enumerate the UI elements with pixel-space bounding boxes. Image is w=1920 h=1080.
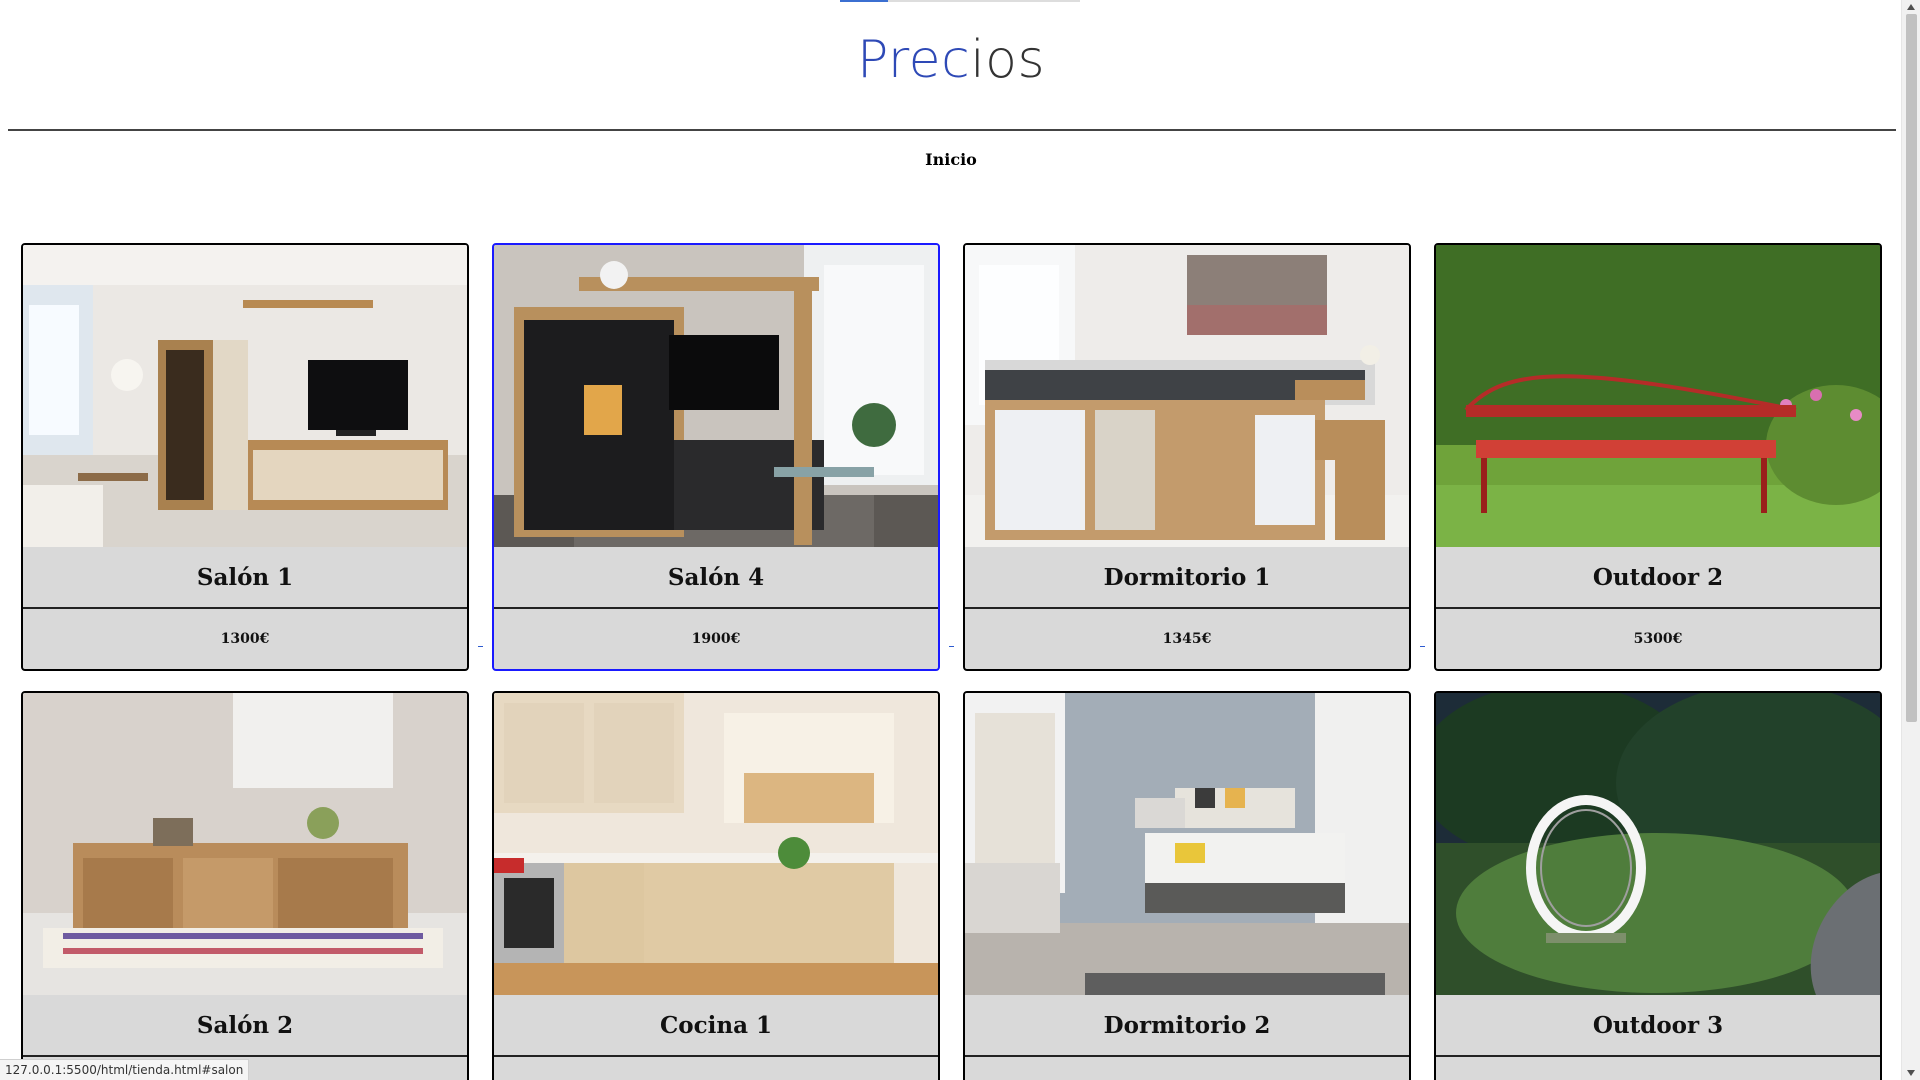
product-name[interactable]: Outdoor 3 <box>1436 995 1880 1055</box>
header-divider <box>8 129 1896 131</box>
product-price[interactable]: 1900€ <box>494 609 938 669</box>
top-nav-active-indicator <box>840 0 888 2</box>
product-card-dormitorio-1[interactable]: Dormitorio 1 1345€ <box>963 243 1411 671</box>
product-card-outdoor-2[interactable]: Outdoor 2 5300€ <box>1434 243 1882 671</box>
product-image[interactable] <box>494 245 938 547</box>
card-separator-mark <box>478 646 483 647</box>
page-title: Precios <box>0 30 1902 90</box>
product-card-salon-1[interactable]: Salón 1 1300€ <box>21 243 469 671</box>
product-name[interactable]: Cocina 1 <box>494 995 938 1055</box>
product-image[interactable] <box>494 693 938 995</box>
page-title-accent: Prec <box>856 30 971 90</box>
card-separator-mark <box>949 646 954 647</box>
product-name[interactable]: Outdoor 2 <box>1436 547 1880 607</box>
scrollbar-thumb[interactable] <box>1906 14 1917 722</box>
product-price[interactable] <box>494 1057 938 1080</box>
vertical-scrollbar[interactable] <box>1901 0 1920 1080</box>
product-image[interactable] <box>23 245 467 547</box>
product-card-dormitorio-2[interactable]: Dormitorio 2 <box>963 691 1411 1080</box>
product-price[interactable]: 5300€ <box>1436 609 1880 669</box>
scroll-up-arrow-icon[interactable] <box>1907 4 1915 10</box>
product-image[interactable] <box>965 693 1409 995</box>
product-image[interactable] <box>23 693 467 995</box>
product-card-outdoor-3[interactable]: Outdoor 3 <box>1434 691 1882 1080</box>
scroll-down-arrow-icon[interactable] <box>1907 1070 1915 1076</box>
product-price[interactable]: 1345€ <box>965 609 1409 669</box>
page-title-rest: ios <box>970 30 1046 90</box>
product-name[interactable]: Salón 2 <box>23 995 467 1055</box>
product-price[interactable] <box>965 1057 1409 1080</box>
product-grid: Salón 1 1300€ Salón 4 1900€ Dormitorio 1… <box>21 243 1883 1080</box>
product-card-cocina-1[interactable]: Cocina 1 <box>492 691 940 1080</box>
product-card-salon-4[interactable]: Salón 4 1900€ <box>492 243 940 671</box>
product-name[interactable]: Salón 1 <box>23 547 467 607</box>
product-name[interactable]: Dormitorio 2 <box>965 995 1409 1055</box>
nav-link-label[interactable]: Inicio <box>925 150 977 169</box>
product-price[interactable]: 1300€ <box>23 609 467 669</box>
link-preview-status: 127.0.0.1:5500/html/tienda.html#salon <box>0 1059 250 1080</box>
product-price[interactable] <box>1436 1057 1880 1080</box>
product-image[interactable] <box>1436 245 1880 547</box>
product-card-salon-2[interactable]: Salón 2 <box>21 691 469 1080</box>
product-name[interactable]: Salón 4 <box>494 547 938 607</box>
product-image[interactable] <box>1436 693 1880 995</box>
product-name[interactable]: Dormitorio 1 <box>965 547 1409 607</box>
card-separator-mark <box>1420 646 1425 647</box>
product-image[interactable] <box>965 245 1409 547</box>
nav-link-inicio[interactable]: Inicio <box>0 150 1902 169</box>
